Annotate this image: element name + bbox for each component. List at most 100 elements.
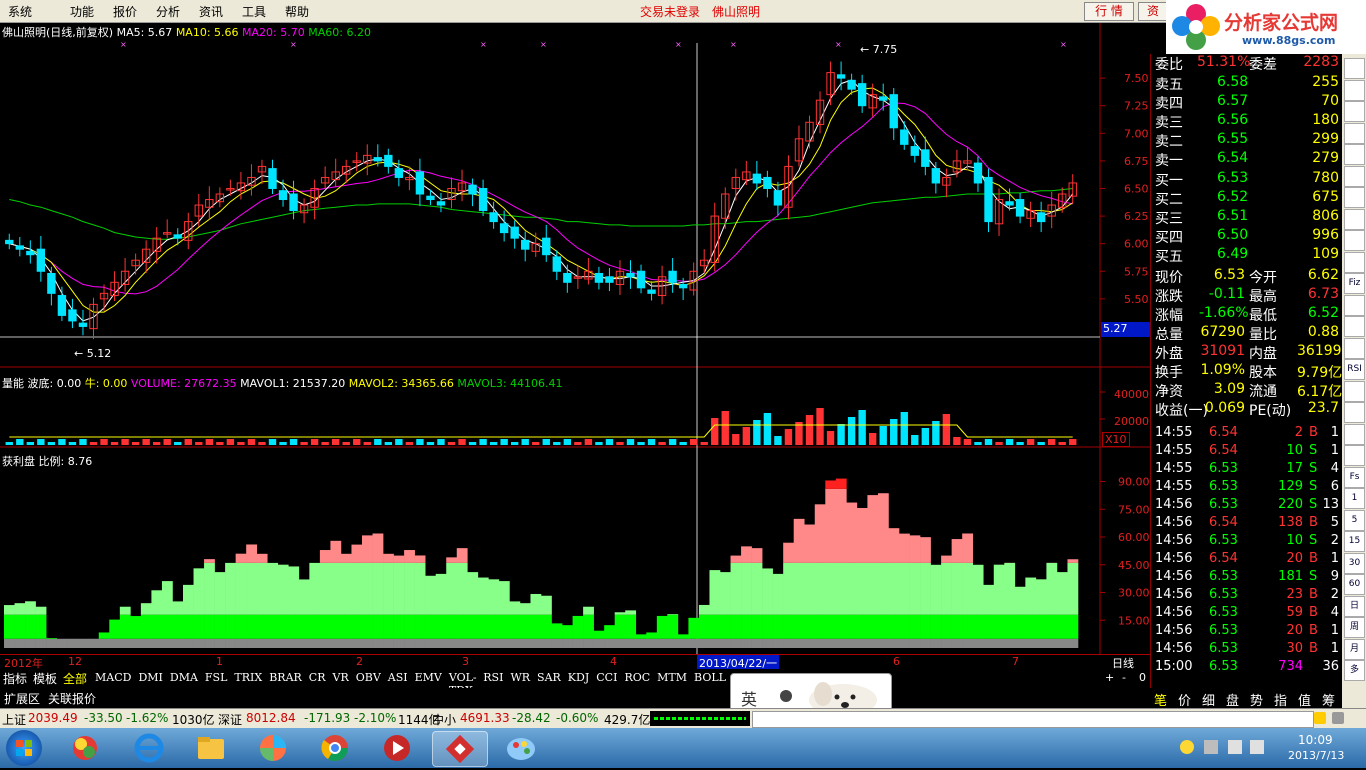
menu-analysis[interactable]: 分析 <box>156 3 180 20</box>
menu-help[interactable]: 帮助 <box>285 3 309 20</box>
sell-row[interactable]: 卖五6.58255 <box>1151 74 1343 93</box>
volume-bar <box>806 415 813 445</box>
side-button-4[interactable] <box>1344 144 1365 165</box>
zx-index-label[interactable]: 中小 <box>432 711 456 728</box>
volume-bar <box>374 439 381 445</box>
volume-bar <box>637 442 644 445</box>
tab-all[interactable]: 全部 <box>63 670 87 687</box>
side-button-9[interactable] <box>1344 252 1365 273</box>
tray-signal-icon[interactable] <box>1228 740 1242 754</box>
chrome-browser-icon[interactable] <box>308 731 362 765</box>
side-button-1[interactable] <box>1344 80 1365 101</box>
tab-extension[interactable]: 扩展区 <box>4 690 40 707</box>
sell-row[interactable]: 卖四6.5770 <box>1151 93 1343 112</box>
side-button-3[interactable] <box>1344 123 1365 144</box>
signal-marker: × <box>730 40 737 49</box>
right-tab-2[interactable]: 细 <box>1202 690 1215 709</box>
side-button-12[interactable] <box>1344 316 1365 337</box>
signal-marker: × <box>675 40 682 49</box>
buy-row[interactable]: 买三6.51806 <box>1151 208 1343 227</box>
zoom-reset-button[interactable]: 0 <box>1139 671 1146 684</box>
info-button[interactable]: 资 <box>1138 2 1168 21</box>
explorer-folder-icon[interactable] <box>184 731 238 765</box>
kline-chart[interactable]: ×××××××× 90.0075.0060.0045.0030.0015.00 … <box>0 23 1150 668</box>
side-button-18[interactable] <box>1344 445 1365 466</box>
side-button-20[interactable]: 1 <box>1344 488 1365 509</box>
tab-indicator[interactable]: 指标 <box>3 670 27 687</box>
right-tab-6[interactable]: 值 <box>1298 690 1311 709</box>
right-tab-1[interactable]: 价 <box>1178 690 1191 709</box>
profit-gray-bar <box>804 639 815 648</box>
sz-index-label[interactable]: 深证 <box>218 711 242 728</box>
profit-pink-bar <box>731 556 742 563</box>
side-button-5[interactable] <box>1344 166 1365 187</box>
tab-template[interactable]: 模板 <box>33 670 57 687</box>
media-player-icon[interactable] <box>370 731 424 765</box>
zoom-out-button[interactable]: - <box>1122 671 1126 684</box>
taskbar-app-icon[interactable] <box>58 731 112 765</box>
profit-lightgreen-bar <box>667 614 678 615</box>
sh-index-label[interactable]: 上证 <box>2 711 26 728</box>
sell-row[interactable]: 卖二6.55299 <box>1151 131 1343 150</box>
volume-bar <box>964 439 971 445</box>
tray-network-icon[interactable] <box>1180 740 1194 754</box>
tray-volume-icon[interactable] <box>1250 740 1264 754</box>
ime-mode-label[interactable]: 英 <box>741 686 757 710</box>
menu-tools[interactable]: 工具 <box>242 3 266 20</box>
paint-app-icon[interactable] <box>494 731 548 765</box>
clock-date[interactable]: 2013/7/13 <box>1288 749 1344 762</box>
side-button-7[interactable] <box>1344 209 1365 230</box>
right-tab-5[interactable]: 指 <box>1274 690 1287 709</box>
lock-icon[interactable] <box>1314 712 1326 724</box>
menu-function[interactable]: 功能 <box>70 3 94 20</box>
side-button-11[interactable] <box>1344 295 1365 316</box>
side-button-16[interactable] <box>1344 402 1365 423</box>
side-button-13[interactable] <box>1344 338 1365 359</box>
chart-area[interactable]: ×××××××× 90.0075.0060.0045.0030.0015.00 … <box>0 23 1150 668</box>
side-button-6[interactable] <box>1344 187 1365 208</box>
login-status[interactable]: 交易未登录 <box>640 3 700 20</box>
buy-row[interactable]: 买五6.49109 <box>1151 246 1343 265</box>
buy-row[interactable]: 买一6.53780 <box>1151 170 1343 189</box>
side-button-0[interactable] <box>1344 58 1365 79</box>
buy-row[interactable]: 买二6.52675 <box>1151 189 1343 208</box>
zoom-in-button[interactable]: + <box>1105 671 1114 684</box>
ie-browser-icon[interactable] <box>122 731 176 765</box>
scroll-news[interactable] <box>752 711 1314 728</box>
side-button-14[interactable]: RSI <box>1344 359 1365 380</box>
menu-system[interactable]: 系统 <box>8 3 32 20</box>
candle-body <box>648 290 655 293</box>
side-button-25[interactable]: 日 <box>1344 596 1365 617</box>
pinwheel-app-icon[interactable] <box>246 731 300 765</box>
sell-row[interactable]: 卖一6.54279 <box>1151 150 1343 169</box>
side-button-15[interactable] <box>1344 381 1365 402</box>
right-tab-4[interactable]: 势 <box>1250 690 1263 709</box>
stock-app-icon[interactable] <box>432 731 488 767</box>
menu-quote[interactable]: 报价 <box>113 3 137 20</box>
side-button-24[interactable]: 60 <box>1344 574 1365 595</box>
side-button-23[interactable]: 30 <box>1344 553 1365 574</box>
quote-button[interactable]: 行 情 <box>1084 2 1134 21</box>
clock-time[interactable]: 10:09 <box>1298 733 1333 747</box>
menu-news[interactable]: 资讯 <box>199 3 223 20</box>
tab-related-quote[interactable]: 关联报价 <box>48 690 96 707</box>
side-button-26[interactable]: 周 <box>1344 617 1365 638</box>
side-button-27[interactable]: 月 <box>1344 639 1365 660</box>
right-tab-7[interactable]: 筹 <box>1322 690 1335 709</box>
side-button-8[interactable] <box>1344 230 1365 251</box>
tray-flag-icon[interactable] <box>1204 740 1218 754</box>
side-button-22[interactable]: 15 <box>1344 531 1365 552</box>
side-button-28[interactable]: 多 <box>1344 660 1365 681</box>
settings-icon[interactable] <box>1332 712 1344 724</box>
right-tab-3[interactable]: 盘 <box>1226 690 1239 709</box>
side-button-10[interactable]: Fiz <box>1344 273 1365 294</box>
side-button-2[interactable] <box>1344 101 1365 122</box>
right-tab-0[interactable]: 笔 <box>1154 690 1167 709</box>
side-button-19[interactable]: Fs <box>1344 467 1365 488</box>
start-button-icon[interactable] <box>6 730 42 766</box>
candle-body <box>69 310 76 321</box>
side-button-17[interactable] <box>1344 424 1365 445</box>
sell-row[interactable]: 卖三6.56180 <box>1151 112 1343 131</box>
side-button-21[interactable]: 5 <box>1344 510 1365 531</box>
buy-row[interactable]: 买四6.50996 <box>1151 227 1343 246</box>
